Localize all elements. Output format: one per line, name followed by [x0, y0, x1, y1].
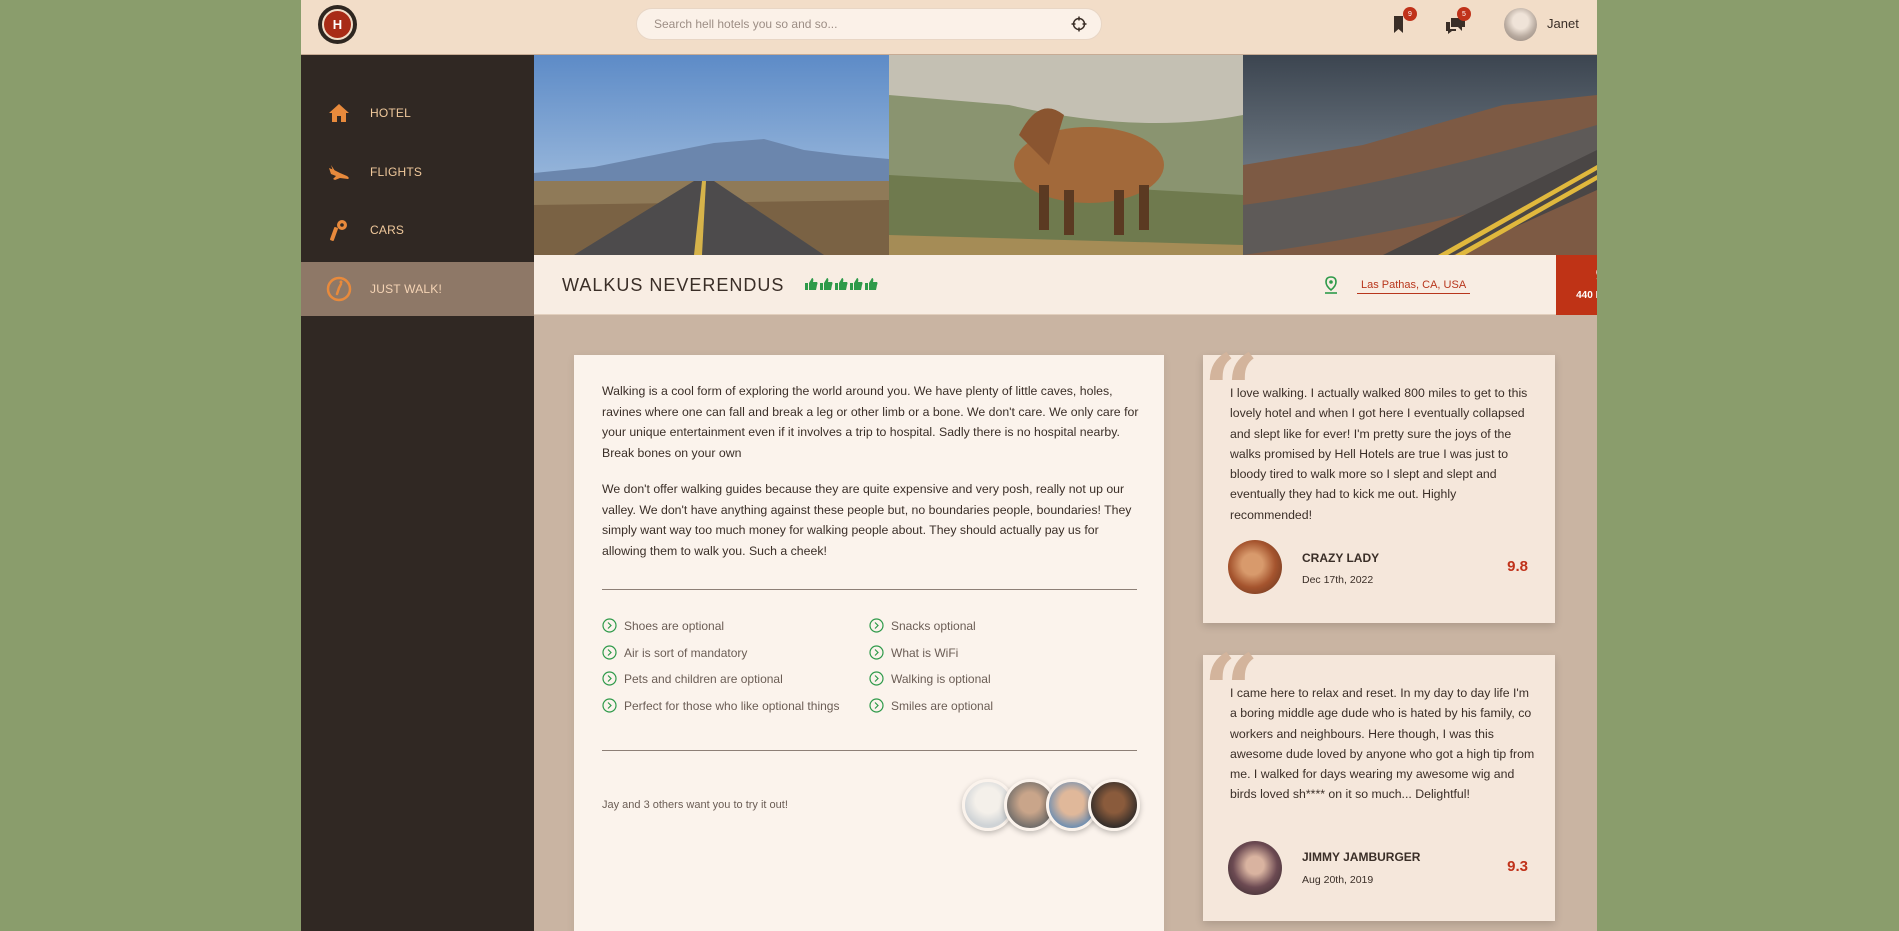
reviewer-name: CRAZY LADY: [1302, 551, 1380, 565]
feature-label: Snacks optional: [891, 618, 976, 633]
sidebar-item-label: HOTEL: [370, 106, 412, 120]
hotel-score-box: 9.2 440 RATINGS: [1556, 255, 1597, 315]
photo-desert-road[interactable]: [534, 55, 889, 255]
hotel-name: WALKUS NEVERENDUS: [562, 275, 785, 295]
divider: [602, 589, 1137, 590]
description-paragraph-1: Walking is a cool form of exploring the …: [602, 384, 1139, 460]
chevron-circle-icon: [602, 618, 617, 633]
sidebar-item-flights[interactable]: FLIGHTS: [301, 145, 534, 199]
reviewer-avatar: [1228, 841, 1282, 895]
description-card: Walking is a cool form of exploring the …: [574, 355, 1164, 931]
messages-button[interactable]: 5: [1443, 7, 1471, 38]
hotel-title-bar: WALKUS NEVERENDUS Las Pathas, CA, USA 9.…: [534, 255, 1597, 315]
desert-road-image: [534, 55, 889, 255]
messages-badge: 5: [1457, 7, 1471, 21]
key-icon: [330, 220, 347, 241]
chevron-circle-icon: [869, 645, 884, 660]
hell-hotels-logo[interactable]: H: [318, 5, 357, 44]
mountain-road-image: [1243, 55, 1597, 255]
walk-icon: [326, 276, 352, 302]
chevron-circle-icon: [602, 671, 617, 686]
user-name[interactable]: Janet: [1547, 16, 1579, 31]
location-link[interactable]: Las Pathas, CA, USA: [1357, 279, 1471, 294]
bookmarks-button[interactable]: 9: [1389, 7, 1417, 38]
sidebar: HOTEL FLIGHTS CARS JUST WALK!: [301, 55, 534, 931]
feature-item: What is WiFi: [869, 645, 958, 660]
ratings-count: 440 RATINGS: [1576, 290, 1597, 301]
thumbs-up-icon: [865, 278, 878, 290]
feature-item: Air is sort of mandatory: [602, 645, 747, 660]
friends-avatars[interactable]: [962, 779, 1142, 831]
sidebar-item-cars[interactable]: CARS: [301, 203, 534, 257]
description-paragraph-2: We don't offer walking guides because th…: [602, 482, 1132, 558]
review-text: I came here to relax and reset. In my da…: [1230, 686, 1535, 802]
sidebar-item-label: JUST WALK!: [370, 282, 443, 296]
friend-avatar[interactable]: [1088, 779, 1140, 831]
crosshair-icon[interactable]: [1071, 16, 1087, 32]
app-window: H 9 5 Janet: [301, 0, 1597, 931]
logo-h-icon: H: [322, 9, 353, 40]
reviewer-name: JIMMY JAMBURGER: [1302, 850, 1421, 864]
home-icon: [329, 104, 349, 122]
divider: [602, 750, 1137, 751]
thumbs-up-icon: [835, 278, 848, 290]
search-bar: [636, 8, 1102, 40]
chevron-circle-icon: [869, 618, 884, 633]
sidebar-item-label: FLIGHTS: [370, 165, 423, 179]
review-card: “ I love walking. I actually walked 800 …: [1203, 343, 1555, 623]
feature-item: Snacks optional: [869, 618, 976, 633]
location-pin-icon: [1325, 276, 1337, 294]
hotel-score: 9.2: [1556, 265, 1597, 286]
top-header: H 9 5 Janet: [301, 0, 1597, 55]
feature-item: Walking is optional: [869, 671, 991, 686]
feature-item: Smiles are optional: [869, 698, 993, 713]
thumbs-up-icon: [850, 278, 863, 290]
review-date: Aug 20th, 2019: [1302, 874, 1374, 886]
sidebar-item-hotel[interactable]: HOTEL: [301, 86, 534, 140]
review-text: I love walking. I actually walked 800 mi…: [1230, 386, 1528, 522]
reviewer-avatar: [1228, 540, 1282, 594]
thumbs-rating: [804, 277, 878, 291]
photo-goat[interactable]: [889, 55, 1243, 255]
chevron-circle-icon: [869, 671, 884, 686]
chevron-circle-icon: [602, 698, 617, 713]
feature-label: Pets and children are optional: [624, 671, 783, 686]
feature-label: Perfect for those who like optional thin…: [624, 698, 840, 713]
feature-label: Shoes are optional: [624, 618, 725, 633]
search-input[interactable]: [654, 17, 1071, 31]
bookmarks-badge: 9: [1403, 7, 1417, 21]
review-score: 9.8: [1507, 558, 1528, 575]
thumbs-up-icon: [805, 278, 818, 290]
feature-item: Perfect for those who like optional thin…: [602, 698, 839, 713]
feature-label: What is WiFi: [891, 645, 959, 660]
invite-text: Jay and 3 others want you to try it out!: [602, 799, 788, 811]
goat-image: [889, 55, 1243, 255]
review-score: 9.3: [1507, 858, 1528, 875]
review-date: Dec 17th, 2022: [1302, 574, 1374, 586]
feature-item: Shoes are optional: [602, 618, 724, 633]
feature-item: Pets and children are optional: [602, 671, 783, 686]
sidebar-item-label: CARS: [370, 223, 405, 237]
thumbs-up-icon: [820, 278, 833, 290]
chevron-circle-icon: [602, 645, 617, 660]
review-card: “ I came here to relax and reset. In my …: [1203, 643, 1555, 921]
plane-icon: [329, 165, 349, 180]
feature-label: Walking is optional: [891, 671, 991, 686]
sidebar-item-just-walk[interactable]: JUST WALK!: [301, 262, 534, 316]
feature-label: Air is sort of mandatory: [624, 645, 748, 660]
chevron-circle-icon: [869, 698, 884, 713]
photo-mountain-road[interactable]: [1243, 55, 1597, 255]
feature-label: Smiles are optional: [891, 698, 994, 713]
user-avatar[interactable]: [1504, 8, 1537, 41]
